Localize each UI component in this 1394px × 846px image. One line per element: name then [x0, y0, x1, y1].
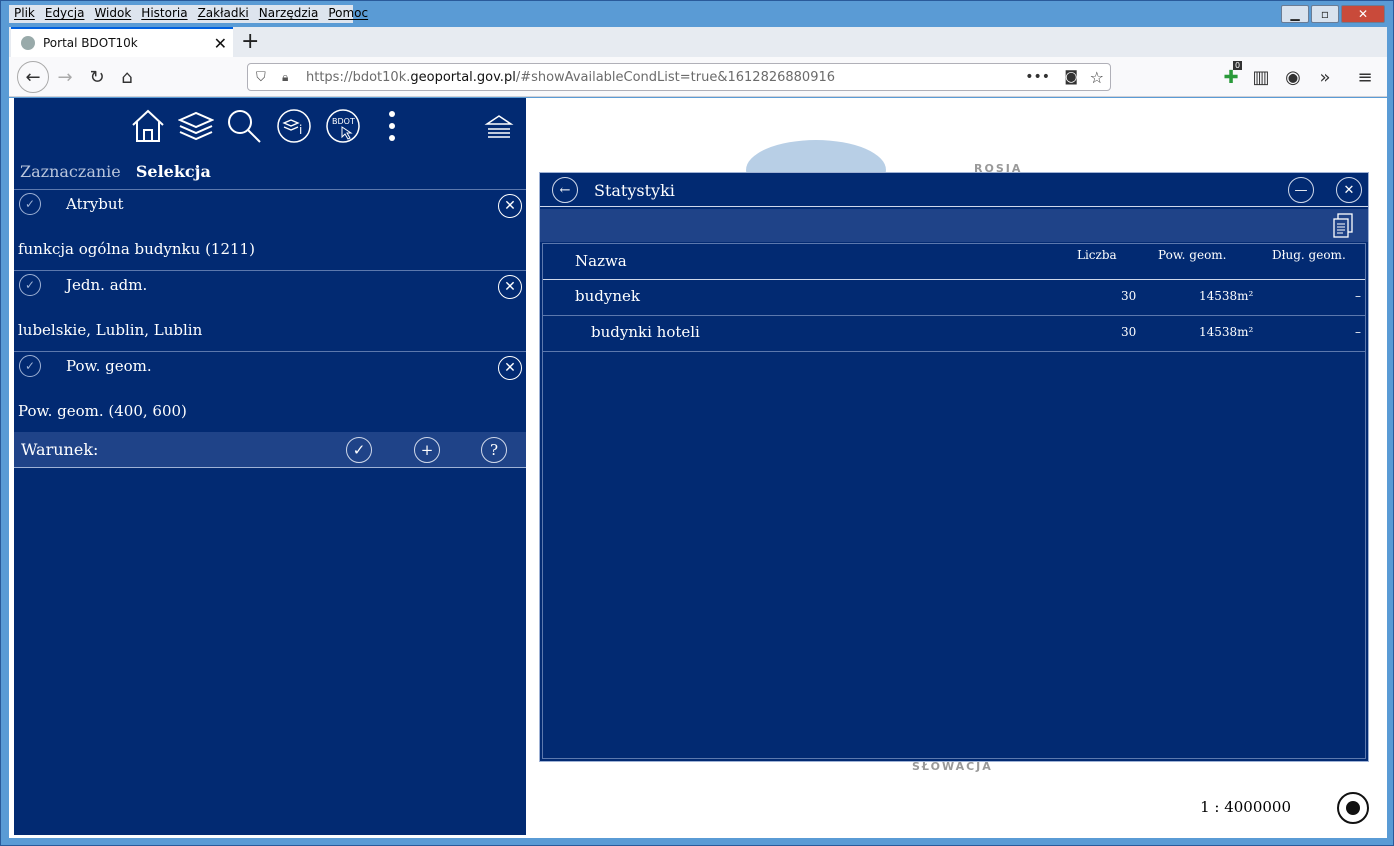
- row-count: 30: [1121, 325, 1137, 339]
- condition-item: ✓ Atrybut funkcja ogólna budynku (1211) …: [14, 189, 526, 269]
- copy-document-icon[interactable]: [1332, 213, 1354, 239]
- col-pow-geom: Pow. geom.: [1158, 248, 1227, 262]
- map-scale: 1 : 4000000: [1200, 798, 1291, 816]
- condition-value: Pow. geom. (400, 600): [18, 402, 187, 420]
- statistics-table: Nazwa Liczba Pow. geom. Dług. geom. budy…: [542, 243, 1366, 759]
- check-icon[interactable]: ✓: [19, 274, 41, 296]
- condition-name: Jedn. adm.: [66, 276, 148, 294]
- account-icon[interactable]: ◉: [1281, 65, 1305, 89]
- forward-button[interactable]: →: [53, 65, 77, 89]
- tab-strip: Portal BDOT10k ✕ +: [9, 27, 1387, 57]
- layer-info-icon[interactable]: i: [276, 108, 312, 144]
- layers-icon[interactable]: [178, 108, 214, 144]
- menu-pomoc[interactable]: Pomoc: [323, 3, 373, 25]
- col-dlug-geom: Dług. geom.: [1272, 248, 1346, 262]
- row-name: budynki hoteli: [591, 323, 700, 341]
- url-text[interactable]: https://bdot10k.geoportal.gov.pl/#showAv…: [306, 70, 835, 85]
- row-area: 14538m²: [1199, 289, 1254, 303]
- extension-badge: 0: [1233, 61, 1243, 70]
- col-nazwa: Nazwa: [575, 252, 627, 270]
- bdot-icon-label: BDOT: [332, 117, 355, 126]
- navigation-bar: ← → ↻ ⌂ ⛉ 🔒︎ https://bdot10k.geoportal.g…: [9, 57, 1387, 97]
- minimize-panel-icon[interactable]: —: [1288, 177, 1314, 203]
- col-liczba: Liczba: [1077, 248, 1117, 262]
- back-arrow-icon[interactable]: ←: [552, 177, 578, 203]
- new-tab-button[interactable]: +: [241, 29, 259, 54]
- panel-toolbar: i BDOT: [14, 98, 526, 152]
- collapse-panel-icon[interactable]: [481, 108, 517, 144]
- page-content: ROSJA SŁOWACJA 1 : 4000000 i BDOT Zaznac…: [9, 98, 1387, 838]
- favicon-icon: [21, 36, 35, 50]
- row-length: –: [1355, 325, 1361, 339]
- warunek-label: Warunek:: [21, 440, 99, 459]
- overflow-menu-icon[interactable]: »: [1313, 65, 1337, 89]
- tab-portal-bdot10k[interactable]: Portal BDOT10k ✕: [11, 27, 233, 57]
- more-actions-icon[interactable]: •••: [1025, 69, 1050, 85]
- row-length: –: [1355, 289, 1361, 303]
- url-bar[interactable]: ⛉ 🔒︎ https://bdot10k.geoportal.gov.pl/#s…: [247, 63, 1111, 91]
- home-icon[interactable]: [130, 108, 166, 144]
- add-condition-icon[interactable]: +: [414, 437, 440, 463]
- statistics-panel: ← Statystyki — ✕ Nazwa Liczba Pow. geom.…: [539, 172, 1369, 762]
- menu-bar: Plik Edycja Widok Historia Zakładki Narz…: [9, 3, 373, 25]
- locate-me-button[interactable]: [1337, 792, 1369, 824]
- statistics-title: Statystyki: [594, 181, 675, 200]
- lock-icon[interactable]: 🔒︎: [282, 70, 288, 85]
- tab-title: Portal BDOT10k: [43, 36, 138, 50]
- menu-historia[interactable]: Historia: [136, 3, 192, 25]
- close-tab-icon[interactable]: ✕: [214, 34, 227, 53]
- menu-zakladki[interactable]: Zakładki: [193, 3, 254, 25]
- condition-value: lubelskie, Lublin, Lublin: [18, 321, 203, 339]
- maximize-button[interactable]: ▫: [1311, 5, 1339, 23]
- condition-item: ✓ Jedn. adm. lubelskie, Lublin, Lublin ✕: [14, 270, 526, 350]
- statistics-toolbar: [540, 209, 1368, 242]
- back-button[interactable]: ←: [17, 61, 49, 93]
- close-window-button[interactable]: ✕: [1341, 5, 1385, 23]
- reload-button[interactable]: ↻: [85, 65, 109, 89]
- mode-tabs: Zaznaczanie Selekcja: [20, 162, 211, 181]
- more-vertical-icon[interactable]: [374, 108, 410, 144]
- row-name: budynek: [575, 287, 640, 305]
- locate-dot-icon: [1346, 801, 1360, 815]
- apply-check-icon[interactable]: ✓: [346, 437, 372, 463]
- remove-condition-icon[interactable]: ✕: [498, 194, 522, 218]
- table-row[interactable]: budynki hoteli 30 14538m² –: [543, 316, 1365, 352]
- bookmark-star-icon[interactable]: ☆: [1090, 68, 1104, 87]
- remove-condition-icon[interactable]: ✕: [498, 356, 522, 380]
- shield-icon[interactable]: ⛉: [256, 70, 266, 85]
- svg-text:i: i: [299, 123, 302, 137]
- menu-edycja[interactable]: Edycja: [40, 3, 90, 25]
- table-header-row: Nazwa Liczba Pow. geom. Dług. geom.: [543, 244, 1365, 280]
- row-area: 14538m²: [1199, 325, 1254, 339]
- row-count: 30: [1121, 289, 1137, 303]
- extension-icon[interactable]: ✚ 0: [1219, 61, 1243, 89]
- pocket-icon[interactable]: ◙: [1064, 69, 1078, 85]
- check-icon[interactable]: ✓: [19, 193, 41, 215]
- tab-selekcja[interactable]: Selekcja: [136, 162, 211, 181]
- statistics-header: ← Statystyki — ✕: [540, 173, 1368, 207]
- condition-name: Atrybut: [66, 195, 124, 213]
- left-panel: i BDOT Zaznaczanie Selekcja ✓ Atrybut fu…: [14, 98, 526, 835]
- remove-condition-icon[interactable]: ✕: [498, 275, 522, 299]
- condition-name: Pow. geom.: [66, 357, 152, 375]
- menu-plik[interactable]: Plik: [9, 3, 40, 25]
- condition-value: funkcja ogólna budynku (1211): [18, 240, 255, 258]
- minimize-button[interactable]: ▁: [1281, 5, 1309, 23]
- browser-window: Plik Edycja Widok Historia Zakładki Narz…: [0, 0, 1394, 846]
- table-row[interactable]: budynek 30 14538m² –: [543, 280, 1365, 316]
- sidebar-icon[interactable]: ▥: [1249, 65, 1273, 89]
- condition-item: ✓ Pow. geom. Pow. geom. (400, 600) ✕: [14, 351, 526, 431]
- search-icon[interactable]: [226, 108, 262, 144]
- window-controls: ▁ ▫ ✕: [1281, 5, 1385, 23]
- condition-bar: Warunek: ✓ + ?: [14, 432, 526, 468]
- bdot-select-icon[interactable]: BDOT: [325, 108, 361, 144]
- hamburger-menu-icon[interactable]: ≡: [1353, 65, 1377, 89]
- home-button[interactable]: ⌂: [115, 65, 139, 89]
- tab-zaznaczanie[interactable]: Zaznaczanie: [20, 162, 121, 181]
- menu-widok[interactable]: Widok: [89, 3, 136, 25]
- menu-narzedzia[interactable]: Narzędzia: [254, 3, 324, 25]
- help-icon[interactable]: ?: [481, 437, 507, 463]
- check-icon[interactable]: ✓: [19, 355, 41, 377]
- close-panel-icon[interactable]: ✕: [1336, 177, 1362, 203]
